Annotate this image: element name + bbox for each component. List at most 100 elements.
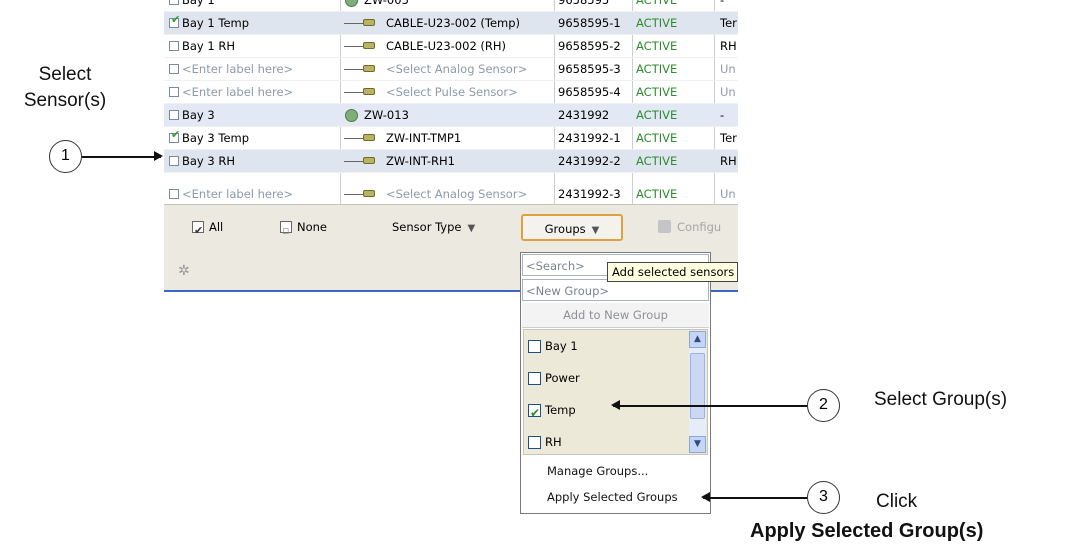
configure-icon <box>658 220 671 233</box>
table-row[interactable]: <Enter label here> <Select Pulse Sensor>… <box>164 81 738 104</box>
configure-button[interactable]: Configu <box>658 215 721 239</box>
dropdown-triangle-icon: ▼ <box>467 223 476 234</box>
row-checkbox[interactable] <box>169 64 179 74</box>
table-row[interactable]: <Enter label here> <Select Analog Sensor… <box>164 183 738 204</box>
row-checkbox[interactable] <box>169 0 179 5</box>
cable-icon <box>344 92 364 93</box>
sensor-label[interactable]: Bay 3 Temp <box>182 127 249 150</box>
row-checkbox[interactable] <box>169 110 179 120</box>
status-text: ACTIVE <box>636 108 678 122</box>
sensor-label-placeholder[interactable]: <Enter label here> <box>182 183 293 204</box>
table-row[interactable]: ✔ Bay 1 Temp CABLE-U23-002 (Temp) 965859… <box>164 12 738 35</box>
measurement-type: Ter <box>720 131 737 145</box>
sensor-label[interactable]: Bay 3 <box>182 104 215 127</box>
serial-number: 2431992-2 <box>558 154 621 168</box>
device-name: ZW-INT-TMP1 <box>386 131 462 145</box>
sensor-plug-icon <box>363 157 375 164</box>
sensor-label-placeholder[interactable]: <Enter label here> <box>182 58 293 81</box>
sensor-plug-icon <box>363 65 375 72</box>
serial-number: 9658595-3 <box>558 62 621 76</box>
device-globe-icon <box>345 0 358 7</box>
group-list: Bay 1 Power ✔ Temp RH ▲ ▼ <box>523 329 708 455</box>
dropdown-triangle-icon: ▼ <box>591 225 600 236</box>
sensor-label[interactable]: Bay 3 RH <box>182 150 235 173</box>
manage-groups-item[interactable]: Manage Groups... <box>523 459 708 483</box>
scrollbar-thumb[interactable] <box>690 353 705 419</box>
device-globe-icon <box>345 109 358 122</box>
groups-button[interactable]: Groups ▼ <box>521 214 623 241</box>
sensor-label-placeholder[interactable]: <Enter label here> <box>182 81 293 104</box>
table-row[interactable]: <Enter label here> <Select Analog Sensor… <box>164 58 738 81</box>
sensor-label[interactable]: Bay 1 <box>182 0 215 12</box>
status-text: ACTIVE <box>636 131 678 145</box>
cable-icon <box>344 138 364 139</box>
sensor-type-button[interactable]: Sensor Type ▼ <box>392 215 475 239</box>
arrow-left-icon <box>611 401 807 409</box>
add-to-new-group-button[interactable]: Add to New Group <box>522 303 709 328</box>
group-checkbox[interactable] <box>528 436 541 449</box>
group-item-label: Temp <box>545 403 576 417</box>
select-none-button[interactable]: ▫ None <box>280 215 327 239</box>
serial-number: 2431992-3 <box>558 187 621 201</box>
tooltip: Add selected sensors <box>607 262 738 282</box>
row-checkbox[interactable]: ✔ <box>169 129 180 143</box>
serial-number: 2431992 <box>558 108 610 122</box>
group-checkbox-checked[interactable]: ✔ <box>528 404 541 420</box>
cable-icon <box>344 23 364 24</box>
group-checkbox[interactable] <box>528 372 541 385</box>
group-item-power[interactable]: Power <box>528 367 580 389</box>
callout-1: 1 <box>49 140 82 173</box>
click-annotation: Click <box>876 491 918 512</box>
device-name: ZW-013 <box>364 108 409 122</box>
cable-icon <box>344 161 364 162</box>
device-select-placeholder[interactable]: <Select Analog Sensor> <box>386 58 527 81</box>
loading-spinner-icon: ✲ <box>178 262 190 278</box>
sensor-plug-icon <box>363 88 375 95</box>
serial-number: 9658595-4 <box>558 85 621 99</box>
select-groups-annotation: Select Group(s) <box>874 389 1008 410</box>
checkbox-checked-icon: ✔ <box>192 221 204 237</box>
device-select-placeholder[interactable]: <Select Pulse Sensor> <box>386 81 518 104</box>
select-none-label: None <box>297 220 328 234</box>
row-checkbox[interactable]: ✔ <box>169 14 180 28</box>
select-sensors-annotation: Select Sensor(s) <box>23 64 107 111</box>
device-select-placeholder[interactable]: <Select Analog Sensor> <box>386 183 527 204</box>
table-row[interactable]: Bay 1 ZW-005 9658595 ACTIVE - <box>164 0 738 12</box>
group-item-bay-1[interactable]: Bay 1 <box>528 335 578 357</box>
row-checkbox[interactable] <box>169 189 179 199</box>
callout-3: 3 <box>807 481 840 514</box>
select-all-button[interactable]: ✔ All <box>192 215 223 239</box>
cable-icon <box>344 46 364 47</box>
status-text: ACTIVE <box>636 0 678 7</box>
device-name: CABLE-U23-002 (Temp) <box>386 16 521 30</box>
checkbox-empty-icon: ▫ <box>280 221 292 237</box>
sensor-label[interactable]: Bay 1 Temp <box>182 12 249 35</box>
measurement-type: Un <box>720 187 736 201</box>
groups-label: Groups <box>544 222 586 236</box>
measurement-type: RH <box>720 154 737 168</box>
table-row[interactable]: Bay 3 RH ZW-INT-RH1 2431992-2 ACTIVE RH <box>164 150 738 173</box>
scroll-down-icon[interactable]: ▼ <box>689 436 706 453</box>
row-checkbox[interactable] <box>169 156 179 166</box>
sensor-toolbar: ✔ All ▫ None Sensor Type ▼ Groups ▼ Configu <box>164 204 738 252</box>
sensor-label[interactable]: Bay 1 RH <box>182 35 235 58</box>
new-group-input[interactable]: <New Group> <box>522 279 709 301</box>
apply-selected-groups-item[interactable]: Apply Selected Groups <box>523 485 708 509</box>
cable-icon <box>344 194 364 195</box>
table-row[interactable]: ✔ Bay 3 Temp ZW-INT-TMP1 2431992-1 ACTIV… <box>164 127 738 150</box>
row-checkbox[interactable] <box>169 87 179 97</box>
select-all-label: All <box>209 220 224 234</box>
group-list-scrollbar[interactable]: ▲ ▼ <box>689 331 706 453</box>
configure-label: Configu <box>677 220 722 234</box>
group-item-label: RH <box>545 435 562 449</box>
row-checkbox[interactable] <box>169 41 179 51</box>
scroll-up-icon[interactable]: ▲ <box>689 331 706 348</box>
cable-icon <box>344 69 364 70</box>
table-row[interactable]: Bay 1 RH CABLE-U23-002 (RH) 9658595-2 AC… <box>164 35 738 58</box>
arrow-left-icon <box>701 493 807 501</box>
apply-selected-groups-annotation: Apply Selected Group(s) <box>750 520 984 542</box>
group-item-rh[interactable]: RH <box>528 431 562 453</box>
group-item-temp[interactable]: ✔ Temp <box>528 399 576 421</box>
table-row[interactable]: Bay 3 ZW-013 2431992 ACTIVE - <box>164 104 738 127</box>
group-checkbox[interactable] <box>528 340 541 353</box>
